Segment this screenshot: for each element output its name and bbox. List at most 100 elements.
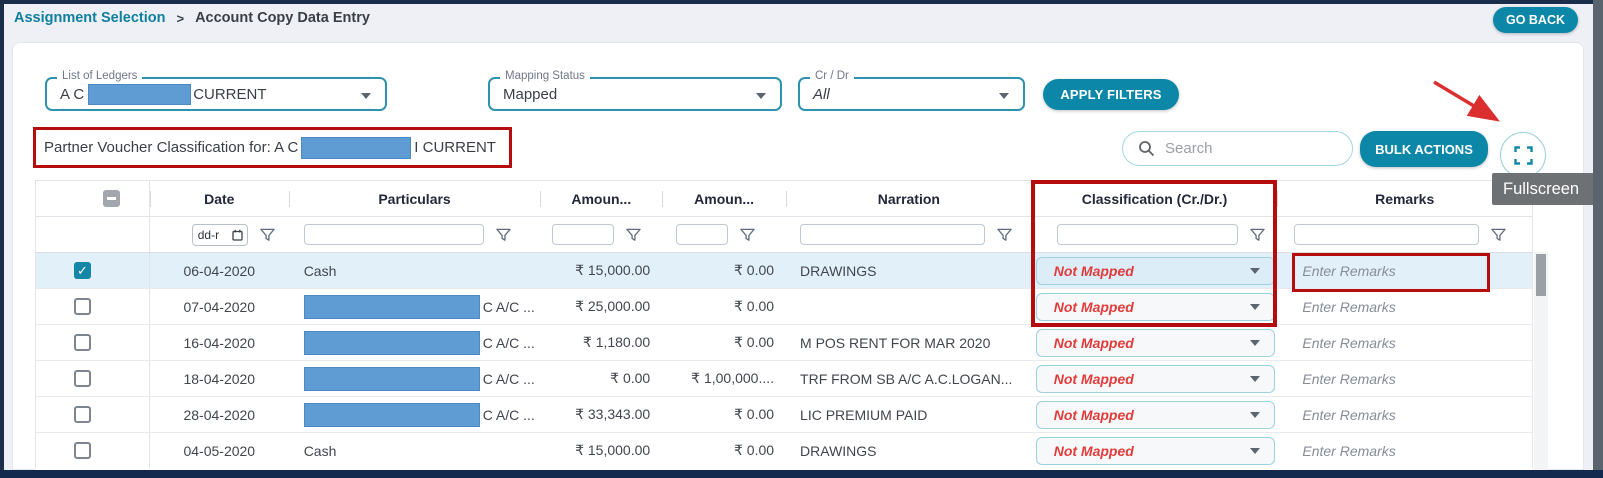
remarks-input[interactable]: Enter Remarks xyxy=(1277,407,1395,423)
remarks-input[interactable]: Enter Remarks xyxy=(1277,335,1395,351)
breadcrumb: Assignment Selection > Account Copy Data… xyxy=(14,10,370,26)
table-row: 16-04-2020 C A/C ... ₹ 1,180.00 ₹ 0.00 M… xyxy=(36,325,1532,361)
row-checkbox[interactable] xyxy=(74,442,91,459)
remarks-input[interactable]: Enter Remarks xyxy=(1277,371,1395,387)
cell-amount-dr: ₹ 1,00,000.... xyxy=(662,361,786,396)
select-all-cell xyxy=(36,181,150,216)
redaction-box xyxy=(304,367,480,391)
breadcrumb-assignment-selection[interactable]: Assignment Selection xyxy=(14,10,165,26)
mapping-status-label: Mapping Status xyxy=(500,70,590,82)
cell-date: 07-04-2020 xyxy=(150,289,289,324)
cell-particulars: C A/C ... xyxy=(289,325,541,360)
classification-dropdown[interactable]: Not Mapped xyxy=(1036,257,1276,285)
cell-date: 06-04-2020 xyxy=(150,253,289,288)
app-window: Assignment Selection > Account Copy Data… xyxy=(0,0,1603,478)
chevron-down-icon xyxy=(361,93,371,99)
narration-filter-input[interactable] xyxy=(800,224,985,245)
filter-cell-classification xyxy=(1032,217,1278,252)
chevron-down-icon xyxy=(1250,340,1260,346)
column-header-date[interactable]: Date xyxy=(150,181,289,216)
filter-funnel-icon[interactable] xyxy=(260,228,275,242)
vertical-scrollbar-thumb[interactable] xyxy=(1536,254,1546,296)
filter-funnel-icon[interactable] xyxy=(1250,228,1265,242)
chevron-down-icon xyxy=(1250,268,1260,274)
breadcrumb-separator: > xyxy=(176,11,184,26)
filter-cell-empty xyxy=(36,217,150,252)
mapping-status-select[interactable]: Mapping Status Mapped xyxy=(488,77,782,111)
filter-funnel-icon[interactable] xyxy=(496,228,511,242)
cell-narration: TRF FROM SB A/C A.C.LOGAN... xyxy=(786,361,1032,396)
cell-particulars: C A/C ... xyxy=(289,289,541,324)
cell-amount-dr: ₹ 0.00 xyxy=(662,253,786,288)
bulk-actions-button[interactable]: BULK ACTIONS xyxy=(1360,131,1488,167)
ledger-select-label: List of Ledgers xyxy=(57,70,142,82)
table-header-row: Date Particulars Amoun... Amoun... Narra… xyxy=(36,181,1532,217)
filter-funnel-icon[interactable] xyxy=(997,228,1012,242)
amount-dr-filter-input[interactable] xyxy=(676,224,728,245)
ledger-select-value-suffix: CURRENT xyxy=(193,86,266,103)
date-filter-input[interactable]: dd-r xyxy=(192,224,248,246)
remarks-input[interactable]: Enter Remarks xyxy=(1277,299,1395,315)
column-header-narration[interactable]: Narration xyxy=(786,181,1032,216)
cell-narration: DRAWINGS xyxy=(786,253,1032,288)
window-border-right xyxy=(1593,0,1603,478)
column-header-classification[interactable]: Classification (Cr./Dr.) xyxy=(1032,181,1278,216)
filter-funnel-icon[interactable] xyxy=(740,228,755,242)
cr-dr-select[interactable]: Cr / Dr All xyxy=(798,77,1025,111)
cell-amount-cr: ₹ 33,343.00 xyxy=(540,397,662,432)
redaction-box xyxy=(304,331,480,355)
classification-filter-input[interactable] xyxy=(1057,224,1238,245)
column-header-amount-cr[interactable]: Amoun... xyxy=(540,181,662,216)
remarks-filter-input[interactable] xyxy=(1294,224,1479,245)
fullscreen-button[interactable] xyxy=(1500,132,1546,178)
row-checkbox[interactable] xyxy=(74,370,91,387)
go-back-button[interactable]: GO BACK xyxy=(1493,7,1578,33)
remarks-input[interactable]: Enter Remarks xyxy=(1277,443,1395,459)
classification-dropdown[interactable]: Not Mapped xyxy=(1036,329,1276,357)
cell-particulars: Cash xyxy=(289,433,541,468)
cell-particulars: C A/C ... xyxy=(289,397,541,432)
apply-filters-button[interactable]: APPLY FILTERS xyxy=(1043,79,1179,110)
row-checkbox[interactable] xyxy=(74,298,91,315)
filter-cell-date: dd-r xyxy=(150,217,289,252)
filter-funnel-icon[interactable] xyxy=(626,228,641,242)
row-checkbox[interactable] xyxy=(74,406,91,423)
voucher-table: Date Particulars Amoun... Amoun... Narra… xyxy=(35,180,1533,469)
cell-amount-cr: ₹ 15,000.00 xyxy=(540,253,662,288)
classification-dropdown[interactable]: Not Mapped xyxy=(1036,401,1276,429)
filter-cell-remarks xyxy=(1277,217,1532,252)
filter-cell-amount-dr xyxy=(662,217,786,252)
classification-dropdown[interactable]: Not Mapped xyxy=(1036,437,1276,465)
cell-narration: LIC PREMIUM PAID xyxy=(786,397,1032,432)
table-row: 07-04-2020 C A/C ... ₹ 25,000.00 ₹ 0.00 … xyxy=(36,289,1532,325)
cell-amount-cr: ₹ 25,000.00 xyxy=(540,289,662,324)
chevron-down-icon xyxy=(1250,304,1260,310)
partner-voucher-classification-title: Partner Voucher Classification for: A C … xyxy=(44,127,496,168)
classification-dropdown[interactable]: Not Mapped xyxy=(1036,365,1276,393)
filter-cell-amount-cr xyxy=(540,217,662,252)
classification-dropdown[interactable]: Not Mapped xyxy=(1036,293,1276,321)
cell-date: 28-04-2020 xyxy=(150,397,289,432)
select-all-checkbox[interactable] xyxy=(103,190,120,207)
chevron-down-icon xyxy=(999,93,1009,99)
table-filter-row: dd-r xyxy=(36,217,1532,253)
amount-cr-filter-input[interactable] xyxy=(552,224,614,245)
redaction-box xyxy=(304,295,480,319)
search-box[interactable] xyxy=(1122,131,1353,166)
row-checkbox[interactable] xyxy=(74,334,91,351)
column-header-amount-dr[interactable]: Amoun... xyxy=(662,181,786,216)
redaction-box xyxy=(304,403,480,427)
particulars-filter-input[interactable] xyxy=(304,224,484,245)
search-input[interactable] xyxy=(1165,140,1315,157)
fullscreen-icon xyxy=(1514,146,1533,165)
table-row: ✓ 06-04-2020 Cash ₹ 15,000.00 ₹ 0.00 DRA… xyxy=(36,253,1532,289)
remarks-input[interactable]: Enter Remarks xyxy=(1277,263,1395,279)
filter-funnel-icon[interactable] xyxy=(1491,228,1506,242)
ledger-select-value: A C xyxy=(47,86,84,103)
cr-dr-label: Cr / Dr xyxy=(810,70,854,82)
row-checkbox[interactable]: ✓ xyxy=(74,262,91,279)
column-header-particulars[interactable]: Particulars xyxy=(289,181,541,216)
ledger-select[interactable]: List of Ledgers A C CURRENT xyxy=(45,77,387,111)
redaction-box xyxy=(88,84,191,105)
cell-date: 16-04-2020 xyxy=(150,325,289,360)
